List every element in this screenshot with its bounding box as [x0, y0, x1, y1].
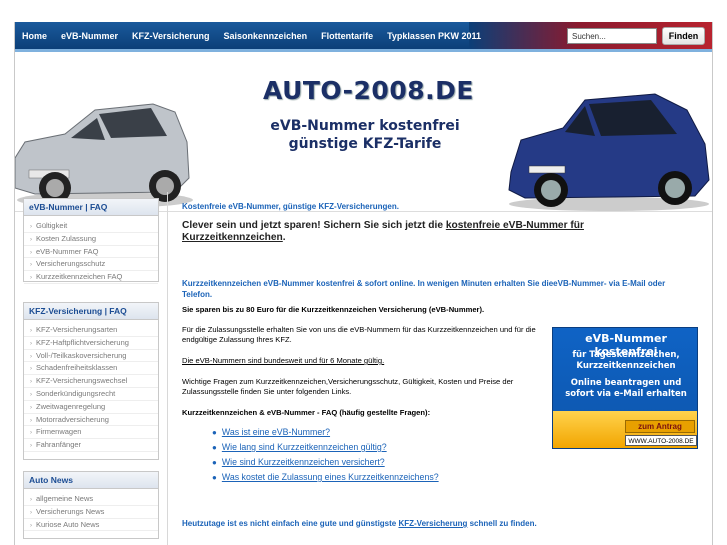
- chevron-right-icon: ›: [30, 340, 32, 347]
- chevron-right-icon: ›: [30, 262, 32, 269]
- column-divider: [167, 192, 168, 545]
- kfz-versicherung-link[interactable]: KFZ-Versicherung: [398, 519, 467, 528]
- search-button[interactable]: Finden: [662, 27, 705, 45]
- bullet-icon: ●: [212, 458, 217, 467]
- tagline-evb: eVB-Nummer kostenfrei: [270, 118, 460, 134]
- nav-items: Home eVB-Nummer KFZ-Versicherung Saisonk…: [15, 22, 488, 49]
- chevron-right-icon: ›: [30, 497, 32, 503]
- chevron-right-icon: ›: [30, 509, 32, 516]
- blue-car-image: [508, 93, 710, 211]
- ad-cta-button[interactable]: zum Antrag: [625, 420, 695, 433]
- sidebar-item[interactable]: › KFZ-Versicherungsarten: [24, 324, 158, 337]
- faq-link[interactable]: Wie lang sind Kurzzeitkennzeichen gültig…: [222, 442, 387, 452]
- sidebar-item[interactable]: › Motorradversicherung: [24, 414, 158, 427]
- paragraph-2: Die eVB-Nummern sind bundesweit und für …: [182, 356, 385, 365]
- ad-description: Online beantragen und sofort via e-Mail …: [565, 378, 687, 399]
- sidebar-box-kfz: KFZ-Versicherung | FAQ › KFZ-Versicherung…: [23, 302, 159, 460]
- silver-car-image: [15, 103, 193, 208]
- sidebar-item[interactable]: › Sonderkündigungsrecht: [24, 388, 158, 401]
- sidebar-item[interactable]: › Voll-/Teilkaskoversicherung: [24, 350, 158, 363]
- sidebar-item[interactable]: › Kosten Zulassung: [24, 233, 158, 246]
- chevron-right-icon: ›: [30, 404, 32, 411]
- nav-saisonkennzeichen[interactable]: Saisonkennzeichen: [217, 31, 315, 41]
- sidebar-item[interactable]: › Kurzzeitkennzeichen FAQ: [24, 271, 158, 284]
- main-heading: Kostenfreie eVB-Nummer, günstige KFZ-Ver…: [182, 202, 399, 211]
- chevron-right-icon: ›: [30, 353, 32, 360]
- sidebar-heading-evb[interactable]: eVB-Nummer | FAQ: [24, 199, 158, 216]
- tagline-kfz: günstige KFZ-Tarife: [288, 136, 442, 152]
- savings-line: Sie sparen bis zu 80 Euro für die Kurzze…: [182, 305, 485, 314]
- nav-flottentarife[interactable]: Flottentarife: [314, 31, 380, 41]
- chevron-right-icon: ›: [30, 417, 32, 424]
- chevron-right-icon: ›: [30, 224, 32, 230]
- sidebar-item[interactable]: › Firmenwagen: [24, 426, 158, 440]
- sidebar-item[interactable]: › Kuriose Auto News: [24, 519, 158, 532]
- chevron-right-icon: ›: [30, 275, 32, 282]
- sidebar-box-news: Auto News › allgemeine News › Versicherung…: [23, 471, 159, 539]
- faq-item: ● Was ist eine eVB-Nummer?: [212, 427, 330, 437]
- top-navigation: Home eVB-Nummer KFZ-Versicherung Saisonk…: [15, 22, 712, 52]
- chevron-right-icon: ›: [30, 328, 32, 334]
- paragraph-1: Für die Zulassungsstelle erhalten Sie vo…: [182, 325, 536, 344]
- sidebar-item[interactable]: › Zweitwagenregelung: [24, 401, 158, 414]
- ad-subtitle: für Tageskennzeichen, Kurzzeitkennzeiche…: [572, 350, 680, 371]
- search-input[interactable]: [567, 28, 657, 44]
- sidebar-list-evb: › Gültigkeit › Kosten Zulassung › eVB-Numme…: [24, 216, 158, 284]
- footer-text: Heutzutage ist es nicht einfach eine gut…: [182, 519, 537, 528]
- sidebar-item[interactable]: › Versicherungs News: [24, 506, 158, 519]
- page: Home eVB-Nummer KFZ-Versicherung Saisonk…: [14, 22, 713, 545]
- bullet-icon: ●: [212, 473, 217, 482]
- sidebar-item[interactable]: › KFZ-Haftpflichtversicherung: [24, 337, 158, 350]
- sidebar-item[interactable]: › Schadenfreiheitsklassen: [24, 362, 158, 376]
- chevron-right-icon: ›: [30, 430, 32, 437]
- faq-heading: Kurzzeitkennzeichen & eVB-Nummer - FAQ (…: [182, 408, 431, 417]
- faq-item: ● Wie sind Kurzzeitkennzeichen versichert…: [212, 457, 385, 467]
- sidebar-box-evb: eVB-Nummer | FAQ › Gültigkeit › Kosten Zul…: [23, 198, 159, 284]
- sidebar-item[interactable]: › Versicherungsschutz: [24, 258, 158, 272]
- subheading: Kurzzeitkennzeichen eVB-Nummer kostenfre…: [182, 279, 666, 299]
- sidebar-item[interactable]: › eVB-Nummer FAQ: [24, 246, 158, 259]
- faq-item: ● Wie lang sind Kurzzeitkennzeichen gülti…: [212, 442, 387, 452]
- bullet-icon: ●: [212, 443, 217, 452]
- sidebar-heading-news[interactable]: Auto News: [24, 472, 158, 489]
- nav-evb-nummer[interactable]: eVB-Nummer: [54, 31, 125, 41]
- intro-text: Clever sein und jetzt sparen! Sichern Si…: [182, 220, 584, 243]
- nav-home[interactable]: Home: [15, 31, 54, 41]
- chevron-right-icon: ›: [30, 236, 32, 243]
- faq-link[interactable]: Was kostet die Zulassung eines Kurzzeitk…: [222, 472, 439, 482]
- site-title: AUTO-2008.DE: [263, 76, 474, 105]
- nav-kfz-versicherung[interactable]: KFZ-Versicherung: [125, 31, 217, 41]
- sidebar-list-kfz: › KFZ-Versicherungsarten › KFZ-Haftpflicht…: [24, 320, 158, 452]
- chevron-right-icon: ›: [30, 379, 32, 386]
- chevron-right-icon: ›: [30, 391, 32, 398]
- evb-ad-banner[interactable]: eVB-Nummer kostenfrei für Tageskennzeich…: [552, 327, 698, 449]
- sidebar-list-news: › allgemeine News › Versicherungs News › Ku…: [24, 489, 158, 532]
- faq-link[interactable]: Wie sind Kurzzeitkennzeichen versichert?: [222, 457, 385, 467]
- sidebar-item[interactable]: › allgemeine News: [24, 493, 158, 506]
- paragraph-3: Wichtige Fragen zum Kurzzeitkennzeichen,…: [182, 377, 514, 396]
- chevron-right-icon: ›: [30, 443, 32, 450]
- faq-link[interactable]: Was ist eine eVB-Nummer?: [222, 427, 330, 437]
- sidebar-item[interactable]: › Fahranfänger: [24, 439, 158, 452]
- sidebar-item[interactable]: › KFZ-Versicherungswechsel: [24, 375, 158, 388]
- sidebar-item[interactable]: › Gültigkeit: [24, 220, 158, 233]
- ad-url: WWW.AUTO-2008.DE: [625, 435, 697, 446]
- sidebar-heading-kfz[interactable]: KFZ-Versicherung | FAQ: [24, 303, 158, 320]
- bullet-icon: ●: [212, 428, 217, 437]
- header-banner: AUTO-2008.DE eVB-Nummer kostenfrei günst…: [15, 52, 712, 212]
- faq-item: ● Was kostet die Zulassung eines Kurzzeit…: [212, 472, 439, 482]
- chevron-right-icon: ›: [30, 366, 32, 373]
- nav-typklassen[interactable]: Typklassen PKW 2011: [380, 31, 488, 41]
- chevron-right-icon: ›: [30, 249, 32, 256]
- chevron-right-icon: ›: [30, 522, 32, 529]
